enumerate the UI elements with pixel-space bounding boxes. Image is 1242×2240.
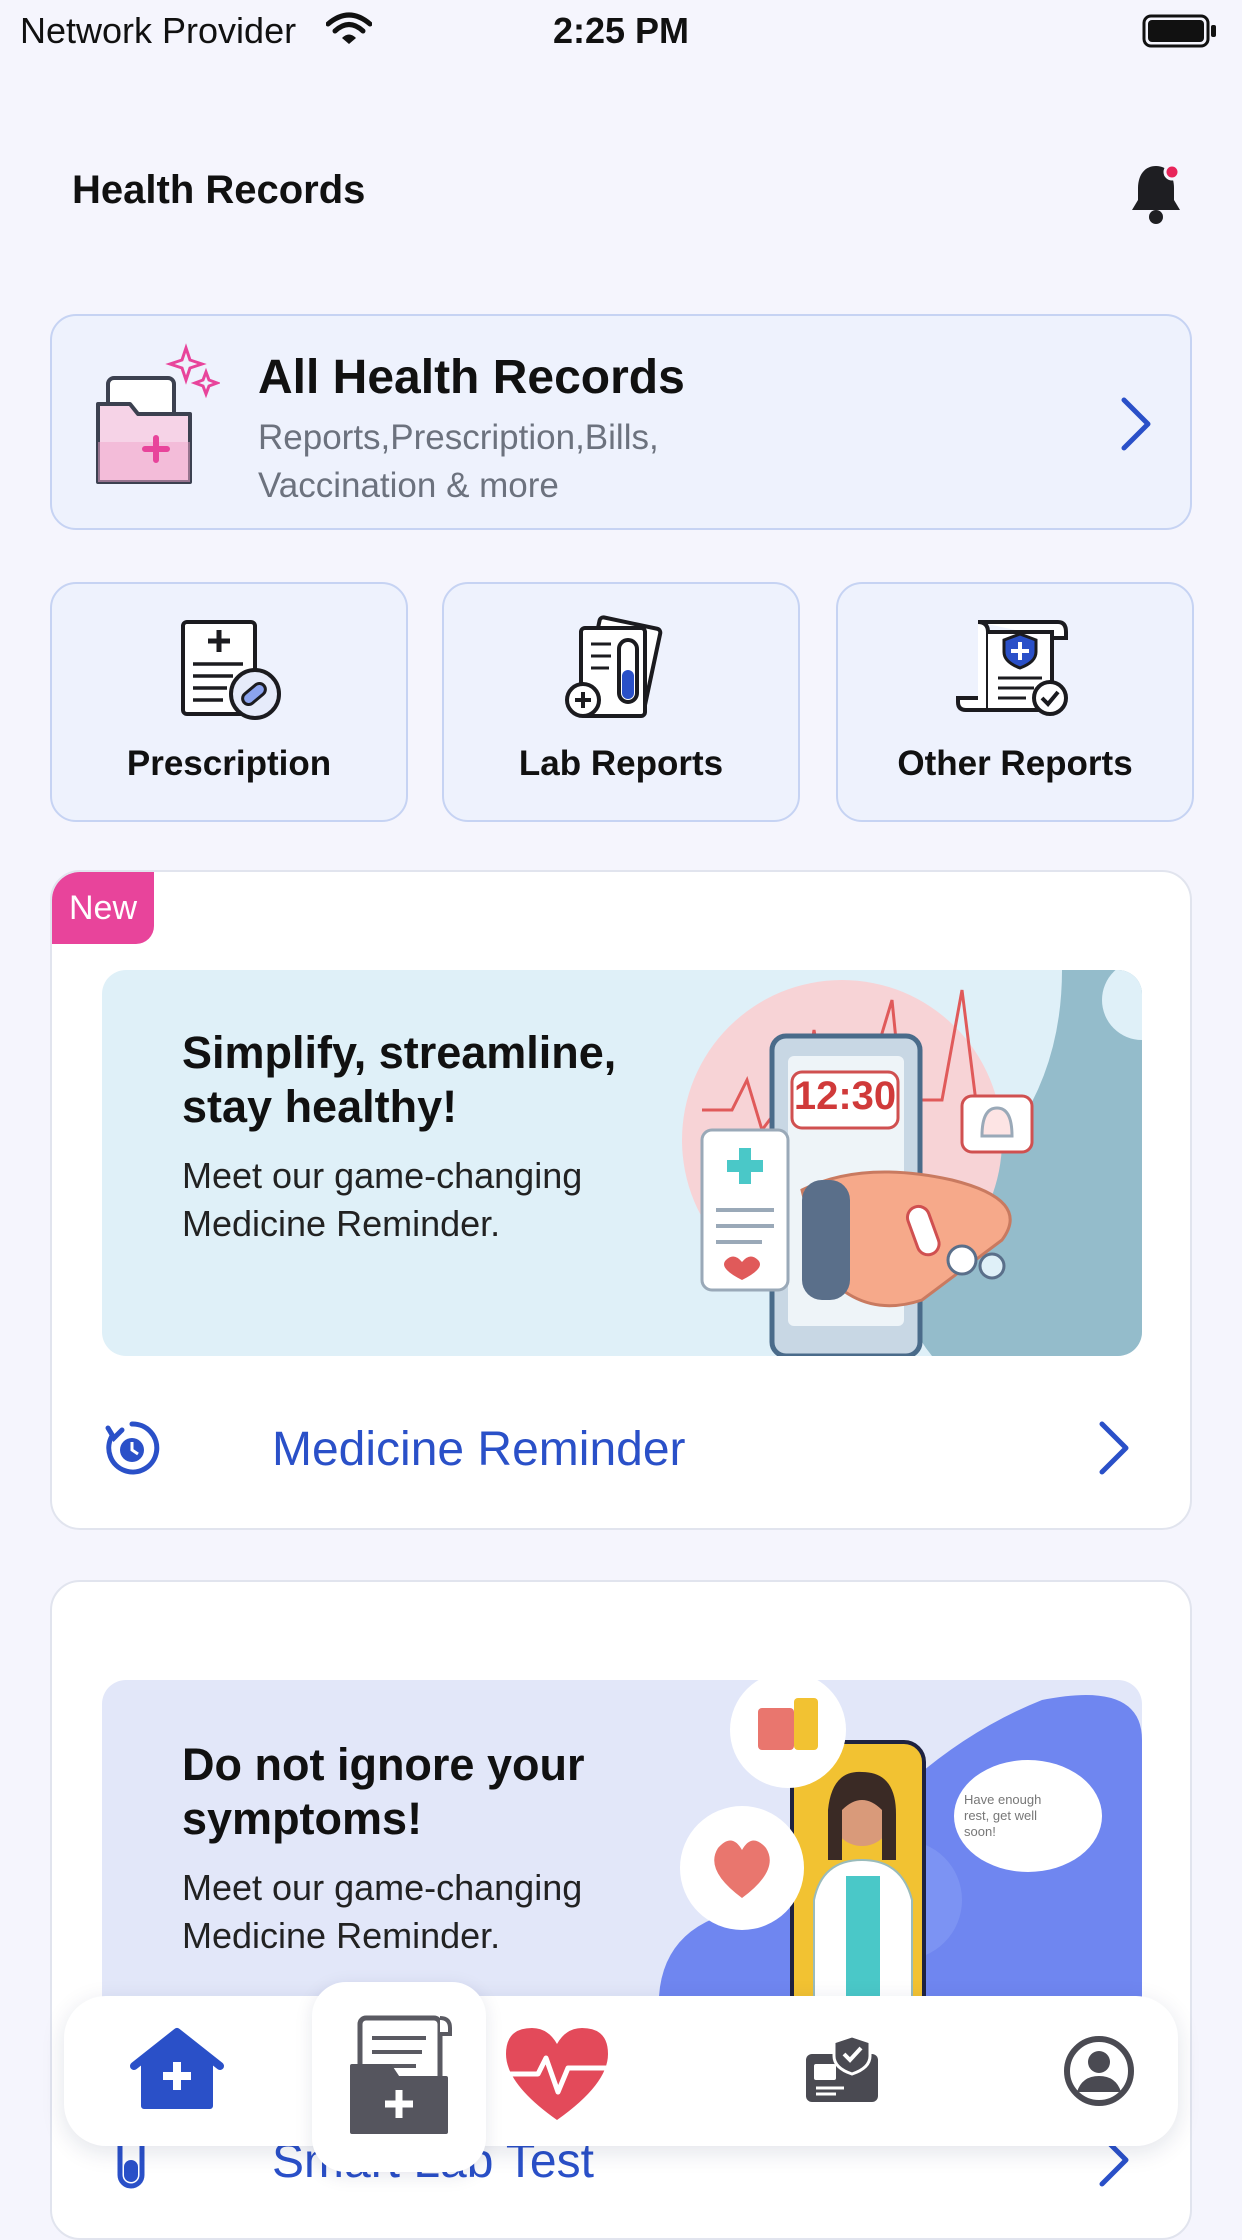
medicine-reminder-banner[interactable]: 12:30 Simplify, streamline, stay healthy…: [102, 970, 1142, 1356]
tab-home[interactable]: [102, 1996, 252, 2146]
medicine-reminder-link[interactable]: Medicine Reminder: [102, 1410, 1142, 1490]
records-folder-icon: [350, 2015, 452, 2134]
tile-label: Prescription: [126, 744, 332, 783]
tile-prescription[interactable]: Prescription: [50, 582, 408, 822]
medicine-reminder-label: Medicine Reminder: [272, 1423, 686, 1476]
reminder-clock-icon: [102, 1418, 162, 1483]
profile-icon: [1064, 2036, 1134, 2106]
clock: 2:25 PM: [552, 10, 690, 51]
medicine-reminder-card[interactable]: New 12:30 Simplify, streamline, stay hea…: [50, 870, 1192, 1530]
chevron-right-icon: [1096, 1420, 1132, 1481]
speech-bubble-text: Have enough rest, get well soon!: [964, 1792, 1042, 1839]
tab-records[interactable]: [312, 1982, 486, 2172]
banner-heading: Do not ignore your symptoms!: [182, 1739, 585, 1844]
all-records-title: All Health Records: [258, 351, 685, 404]
new-badge: New: [52, 872, 154, 944]
banner-text: Meet our game-changing Medicine Reminder…: [182, 1867, 583, 1956]
all-records-subtitle: Reports,Prescription,Bills, Vaccination …: [258, 418, 659, 505]
heart-pulse-icon: [502, 2028, 612, 2120]
prescription-icon: [52, 614, 406, 729]
sparkle-folder-icon: [90, 342, 222, 497]
tab-insurance[interactable]: [766, 1996, 916, 2146]
doctor-illustration: [658, 1680, 1142, 2040]
insurance-card-icon: [806, 2034, 878, 2102]
bottom-tab-bar: [64, 1996, 1178, 2146]
home-plus-icon: [130, 2028, 224, 2109]
tile-label: Other Reports: [897, 744, 1133, 783]
certificate-icon: [838, 614, 1192, 729]
tab-profile[interactable]: [1024, 1996, 1174, 2146]
banner-heading: Simplify, streamline, stay healthy!: [182, 1027, 617, 1132]
tile-other-reports[interactable]: Other Reports: [836, 582, 1194, 822]
all-health-records-card[interactable]: All Health Records Reports,Prescription,…: [50, 314, 1192, 530]
chevron-right-icon: [1118, 396, 1154, 457]
battery-icon: [1142, 14, 1218, 53]
tile-label: Lab Reports: [518, 744, 724, 783]
tab-health[interactable]: [482, 1996, 632, 2146]
banner-text: Meet our game-changing Medicine Reminder…: [182, 1155, 583, 1244]
notification-bell-icon[interactable]: [1126, 160, 1186, 231]
banner-clock-text: 12:30: [793, 1074, 897, 1118]
symptoms-banner[interactable]: Have enough rest, get well soon! Do not …: [102, 1680, 1142, 2040]
page-title: Health Records: [72, 168, 366, 212]
tile-lab-reports[interactable]: Lab Reports: [442, 582, 800, 822]
lab-report-icon: [444, 614, 798, 729]
status-bar: Network Provider 2:25 PM: [0, 0, 1242, 62]
